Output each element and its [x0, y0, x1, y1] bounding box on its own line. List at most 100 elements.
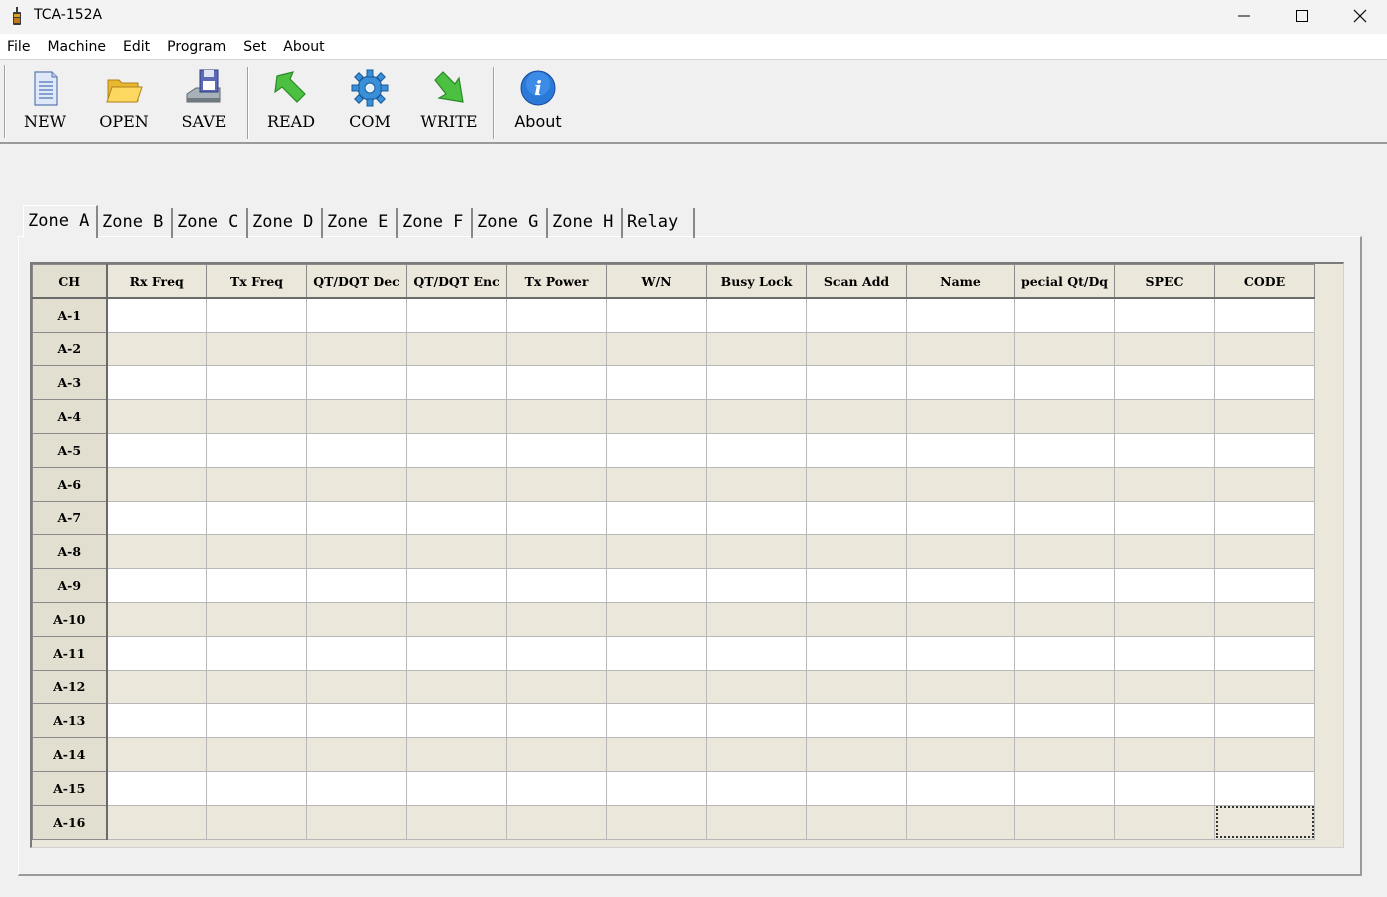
table-cell[interactable]	[206, 500, 307, 536]
channel-row-header[interactable]: A-10	[32, 601, 108, 637]
table-cell[interactable]	[206, 601, 307, 637]
table-cell[interactable]	[806, 365, 907, 401]
table-cell[interactable]	[506, 331, 607, 367]
table-cell[interactable]	[406, 297, 507, 333]
table-cell[interactable]	[206, 669, 307, 705]
channel-row-header[interactable]: A-7	[32, 500, 108, 536]
table-cell[interactable]	[1014, 601, 1115, 637]
table-cell[interactable]	[1114, 804, 1215, 840]
table-cell[interactable]	[306, 331, 407, 367]
tab-relay[interactable]: Relay	[623, 208, 695, 238]
table-cell[interactable]	[906, 703, 1015, 739]
table-cell[interactable]	[706, 432, 807, 468]
table-cell[interactable]	[906, 601, 1015, 637]
table-cell[interactable]	[1114, 500, 1215, 536]
channel-row-header[interactable]: A-9	[32, 568, 108, 603]
table-cell[interactable]	[1014, 669, 1115, 705]
table-cell[interactable]	[106, 500, 207, 536]
table-cell[interactable]	[1214, 331, 1315, 367]
table-cell[interactable]	[1214, 635, 1315, 671]
table-cell[interactable]	[306, 601, 407, 637]
column-header[interactable]: Tx Freq	[206, 264, 307, 300]
table-cell[interactable]	[1214, 399, 1315, 434]
table-cell[interactable]	[1014, 365, 1115, 401]
table-cell[interactable]	[306, 770, 407, 806]
table-cell[interactable]	[1014, 297, 1115, 333]
channel-row-header[interactable]: A-15	[32, 770, 108, 806]
table-cell[interactable]	[1214, 737, 1315, 772]
table-cell[interactable]	[206, 399, 307, 434]
table-cell[interactable]	[1114, 703, 1215, 739]
table-cell[interactable]	[606, 703, 707, 739]
table-cell[interactable]	[1114, 601, 1215, 637]
table-cell[interactable]	[406, 669, 507, 705]
table-cell[interactable]	[1214, 568, 1315, 603]
table-cell[interactable]	[506, 500, 607, 536]
table-cell[interactable]	[1114, 432, 1215, 468]
column-header[interactable]: CODE	[1214, 264, 1315, 300]
table-cell[interactable]	[906, 432, 1015, 468]
tab-zone-b[interactable]: Zone B	[98, 208, 173, 238]
table-cell[interactable]	[906, 534, 1015, 570]
table-cell[interactable]	[306, 804, 407, 840]
channel-row-header[interactable]: A-8	[32, 534, 108, 570]
table-cell[interactable]	[1114, 331, 1215, 367]
table-cell[interactable]	[506, 297, 607, 333]
table-cell[interactable]	[206, 331, 307, 367]
column-header[interactable]: W/N	[606, 264, 707, 300]
table-cell[interactable]	[706, 770, 807, 806]
tab-zone-g[interactable]: Zone G	[473, 208, 548, 238]
table-cell[interactable]	[1214, 534, 1315, 570]
column-header[interactable]: Busy Lock	[706, 264, 807, 300]
table-cell[interactable]	[306, 365, 407, 401]
table-cell[interactable]	[1014, 432, 1115, 468]
table-cell[interactable]	[706, 737, 807, 772]
column-header[interactable]: pecial Qt/Dq	[1014, 264, 1115, 300]
table-cell[interactable]	[406, 399, 507, 434]
table-cell[interactable]	[706, 365, 807, 401]
table-cell[interactable]	[1014, 737, 1115, 772]
tab-zone-a[interactable]: Zone A	[23, 205, 98, 238]
table-cell[interactable]	[906, 365, 1015, 401]
table-cell[interactable]	[1014, 466, 1115, 502]
table-cell[interactable]	[506, 534, 607, 570]
table-cell[interactable]	[106, 399, 207, 434]
table-cell[interactable]	[606, 297, 707, 333]
table-cell[interactable]	[806, 601, 907, 637]
table-cell[interactable]	[706, 534, 807, 570]
table-cell[interactable]	[806, 770, 907, 806]
table-cell[interactable]	[406, 770, 507, 806]
table-cell[interactable]	[606, 399, 707, 434]
table-cell[interactable]	[906, 635, 1015, 671]
table-cell[interactable]	[106, 669, 207, 705]
table-cell[interactable]	[506, 703, 607, 739]
table-cell[interactable]	[706, 466, 807, 502]
table-cell[interactable]	[606, 568, 707, 603]
table-cell[interactable]	[106, 432, 207, 468]
table-cell[interactable]	[1214, 669, 1315, 705]
channel-row-header[interactable]: A-3	[32, 365, 108, 401]
table-cell[interactable]	[506, 568, 607, 603]
table-cell[interactable]	[806, 669, 907, 705]
table-cell[interactable]	[206, 635, 307, 671]
table-cell[interactable]	[1114, 669, 1215, 705]
table-cell[interactable]	[506, 804, 607, 840]
table-cell[interactable]	[706, 297, 807, 333]
table-cell[interactable]	[506, 669, 607, 705]
channel-row-header[interactable]: A-12	[32, 669, 108, 705]
table-cell[interactable]	[106, 297, 207, 333]
table-cell[interactable]	[206, 703, 307, 739]
table-cell[interactable]	[706, 568, 807, 603]
table-cell[interactable]	[206, 534, 307, 570]
table-cell[interactable]	[806, 500, 907, 536]
channel-row-header[interactable]: A-13	[32, 703, 108, 739]
table-cell[interactable]	[906, 500, 1015, 536]
table-cell[interactable]	[406, 635, 507, 671]
read-button[interactable]: READ	[254, 67, 328, 137]
menu-edit[interactable]: Edit	[123, 39, 150, 55]
about-button[interactable]: i About	[501, 67, 575, 137]
table-cell[interactable]	[406, 804, 507, 840]
table-cell[interactable]	[906, 466, 1015, 502]
table-cell[interactable]	[1014, 703, 1115, 739]
table-cell[interactable]	[606, 635, 707, 671]
